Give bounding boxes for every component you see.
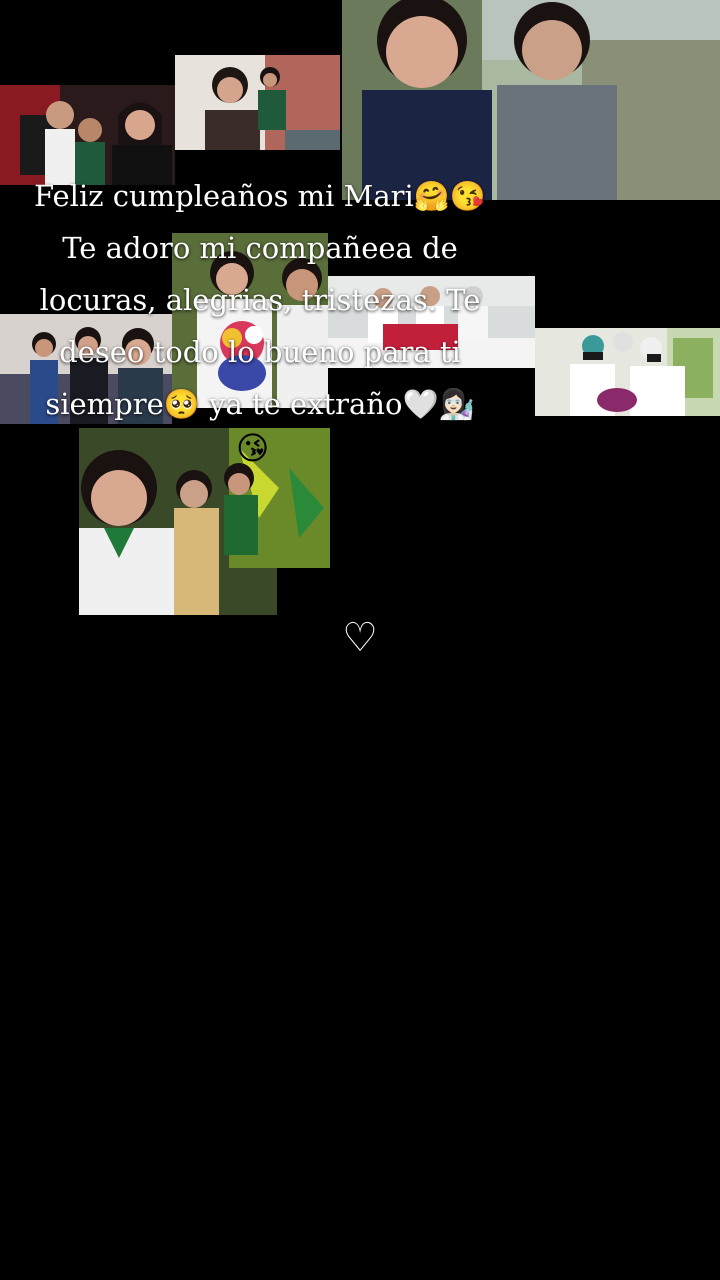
heart-icon[interactable]: ♡	[340, 612, 380, 664]
kiss-emoji-icon: 😘	[236, 429, 270, 467]
birthday-message: Feliz cumpleaños mi Mari🤗😘 Te adoro mi c…	[33, 179, 487, 421]
photo-lab-masks	[535, 328, 720, 416]
overlay-patch	[277, 568, 330, 615]
photo-friends-brick-wall	[175, 55, 340, 150]
